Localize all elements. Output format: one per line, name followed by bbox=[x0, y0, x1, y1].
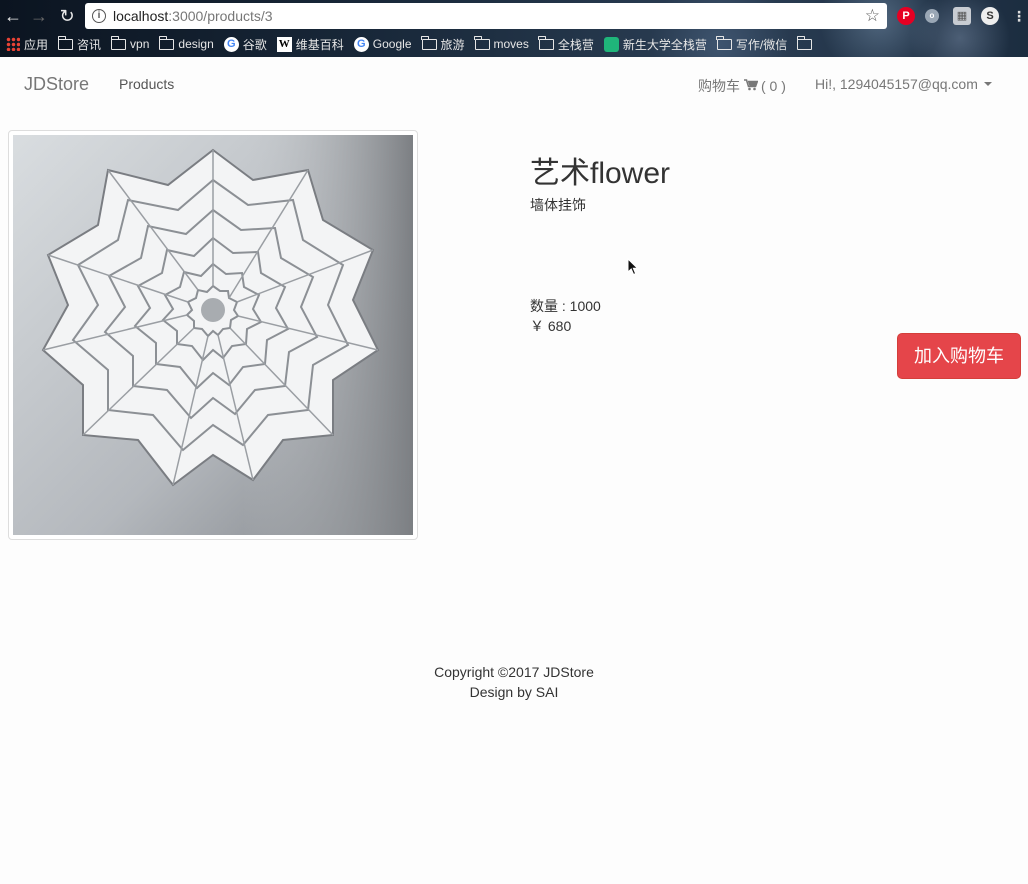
cart-count: ( 0 ) bbox=[761, 78, 786, 94]
apps-icon bbox=[6, 37, 20, 51]
bookmark-folder-news[interactable]: 咨讯 bbox=[57, 35, 101, 53]
bookmark-google-cn[interactable]: G 谷歌 bbox=[223, 36, 267, 53]
extension-circle-icon[interactable]: o bbox=[925, 9, 939, 23]
google-icon: G bbox=[223, 36, 239, 52]
wikipedia-icon: W bbox=[276, 36, 292, 52]
bookmark-wikipedia[interactable]: W 维基百科 bbox=[276, 36, 344, 53]
bookmark-xinsheng[interactable]: 新生大学全栈营 bbox=[603, 36, 707, 53]
footer-credit: Design by SAI bbox=[469, 684, 559, 700]
folder-icon bbox=[796, 35, 813, 50]
product-price: ￥ 680 bbox=[530, 318, 572, 334]
url-host: localhost bbox=[113, 8, 169, 24]
site-navbar: JDStore Products 购物车 ( 0 ) Hi!, 12940451… bbox=[0, 57, 1028, 109]
brand-logo-link[interactable]: JDStore bbox=[24, 74, 89, 95]
browser-chrome: ← → ↻ i localhost:3000/products/3 ☆ P o … bbox=[0, 0, 1028, 57]
bookmark-folder-vpn[interactable]: vpn bbox=[110, 35, 149, 51]
product-image bbox=[13, 135, 413, 535]
product-image-thumbnail bbox=[8, 130, 418, 540]
user-greeting: Hi!, 1294045157@qq.com bbox=[815, 76, 978, 92]
menu-kebab-icon[interactable]: ⋮ bbox=[1010, 7, 1028, 25]
address-url[interactable]: localhost:3000/products/3 bbox=[113, 8, 273, 24]
info-icon[interactable]: i bbox=[92, 9, 106, 23]
nav-products-link[interactable]: Products bbox=[119, 76, 174, 92]
cart-label: 购物车 bbox=[698, 78, 740, 94]
user-dropdown-toggle[interactable]: Hi!, 1294045157@qq.com bbox=[815, 76, 992, 92]
mouse-pointer-icon bbox=[627, 258, 639, 276]
caret-down-icon bbox=[983, 82, 992, 86]
xinsheng-logo-icon bbox=[603, 36, 619, 52]
reload-icon[interactable]: ↻ bbox=[57, 6, 77, 26]
bookmark-google[interactable]: G Google bbox=[353, 36, 412, 52]
bookmark-folder-design[interactable]: design bbox=[158, 35, 214, 51]
footer-copyright: Copyright ©2017 JDStore bbox=[434, 664, 594, 680]
bookmark-folder-fullstack[interactable]: 全栈营 bbox=[538, 35, 594, 53]
bookmark-folder-moves[interactable]: moves bbox=[474, 35, 529, 51]
add-to-cart-button[interactable]: 加入购物车 bbox=[897, 333, 1021, 379]
extension-s-icon[interactable]: S bbox=[981, 7, 999, 25]
bookmark-folder-writing[interactable]: 写作/微信 bbox=[716, 35, 787, 53]
cart-link[interactable]: 购物车 ( 0 ) bbox=[698, 76, 786, 96]
bookmark-folder-more[interactable] bbox=[796, 35, 816, 50]
product-title: 艺术flower bbox=[530, 157, 671, 190]
url-path: :3000/products/3 bbox=[168, 8, 273, 24]
folder-icon bbox=[158, 35, 175, 50]
shopping-cart-icon bbox=[744, 78, 759, 94]
site-footer: Copyright ©2017 JDStore Design by SAI bbox=[0, 662, 1028, 702]
google-icon: G bbox=[353, 36, 369, 52]
product-description: 墙体挂饰 bbox=[530, 197, 586, 213]
folder-icon bbox=[110, 35, 127, 50]
bookmarks-bar: 应用 咨讯 vpn design G 谷歌 W 维基百科 G Google 旅游 mo… bbox=[0, 33, 1028, 55]
forward-arrow-icon[interactable]: → bbox=[29, 6, 49, 26]
folder-icon bbox=[716, 35, 732, 50]
bookmark-folder-travel[interactable]: 旅游 bbox=[421, 35, 465, 53]
product-quantity: 数量 : 1000 bbox=[530, 298, 601, 314]
folder-icon bbox=[538, 35, 554, 50]
folder-icon bbox=[421, 35, 437, 50]
back-arrow-icon[interactable]: ← bbox=[3, 6, 23, 26]
folder-icon bbox=[474, 35, 490, 50]
extension-badge-icon[interactable]: ▦ bbox=[953, 7, 971, 25]
folder-icon bbox=[57, 35, 74, 50]
pinterest-icon[interactable]: P bbox=[897, 7, 915, 25]
address-bar[interactable]: i localhost:3000/products/3 ☆ bbox=[85, 3, 887, 29]
bookmark-apps[interactable]: 应用 bbox=[6, 36, 48, 53]
bookmark-star-icon[interactable]: ☆ bbox=[865, 6, 880, 26]
